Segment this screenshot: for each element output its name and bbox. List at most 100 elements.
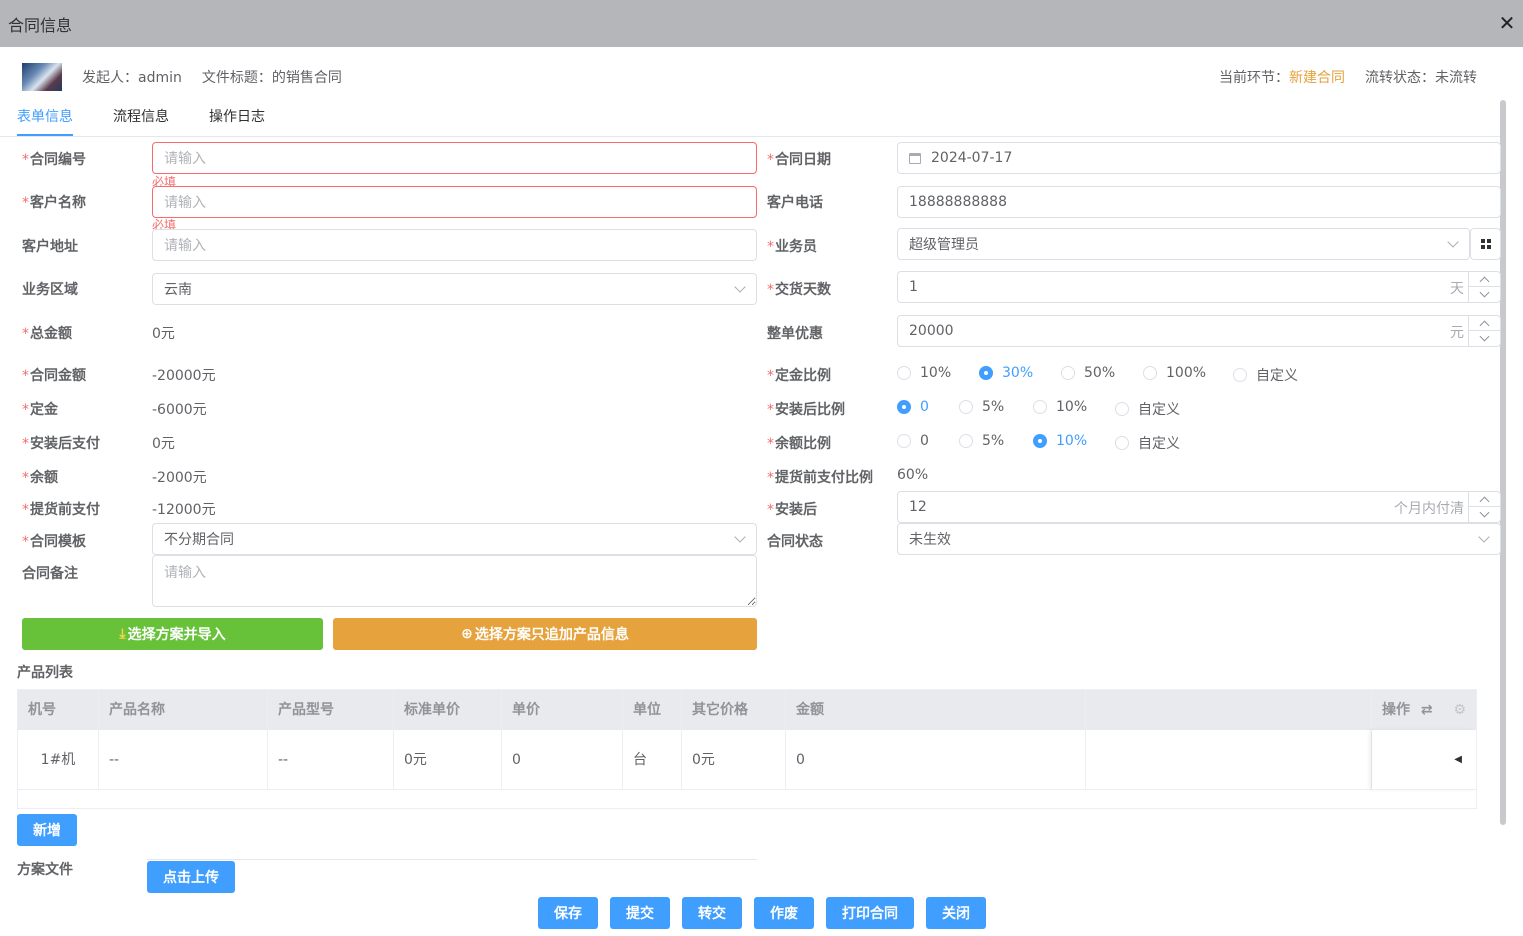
delivery-days-input[interactable]: 1 天 — [897, 271, 1501, 303]
remark-label: 合同备注 — [22, 566, 78, 582]
chevron-down-icon[interactable] — [1469, 507, 1500, 522]
swap-icon[interactable]: ⇄ — [1421, 702, 1433, 718]
import-scheme-button[interactable]: ⤓ 选择方案并导入 — [22, 618, 323, 650]
deposit-value: -6000元 — [152, 402, 207, 418]
divider — [147, 859, 757, 860]
pre-delivery-ratio-value: 60% — [897, 467, 929, 483]
deposit-ratio-option[interactable]: 100% — [1143, 365, 1206, 381]
balance-value: -2000元 — [152, 470, 207, 486]
deposit-ratio-option[interactable]: 10% — [897, 365, 951, 381]
delivery-days-unit: 天 — [1450, 281, 1464, 297]
print-contract-button[interactable]: 打印合同 — [826, 897, 914, 929]
salesman-select[interactable]: 超级管理员 — [897, 228, 1470, 260]
balance-ratio-option[interactable]: 自定义 — [1115, 433, 1180, 453]
customer-addr-label: 客户地址 — [22, 239, 78, 255]
col-actions: 操作 ⇄ ⚙ — [1372, 690, 1476, 730]
submit-button[interactable]: 提交 — [610, 897, 670, 929]
chevron-up-icon[interactable] — [1469, 316, 1500, 331]
discount-stepper[interactable] — [1468, 316, 1500, 346]
product-table: 机号 产品名称 产品型号 标准单价 单价 单位 其它价格 金额 操作 ⇄ ⚙ 1… — [17, 689, 1477, 809]
tab-form-info[interactable]: 表单信息 — [17, 100, 73, 136]
product-list-title: 产品列表 — [17, 665, 73, 681]
chevron-down-icon — [734, 281, 746, 293]
upload-button[interactable]: 点击上传 — [147, 861, 235, 893]
grid-icon[interactable] — [1470, 228, 1501, 260]
transfer-button[interactable]: 转交 — [682, 897, 742, 929]
before-delivery-pay-value: -12000元 — [152, 502, 216, 518]
plus-circle-icon: ⊕ — [461, 626, 473, 642]
void-button[interactable]: 作废 — [754, 897, 814, 929]
close-icon[interactable]: ✕ — [1497, 12, 1517, 34]
avatar — [22, 63, 62, 91]
col-product-name: 产品名称 — [99, 690, 268, 730]
after-install-stepper[interactable] — [1468, 492, 1500, 522]
contract-date-picker[interactable]: 2024-07-17 — [897, 142, 1501, 174]
after-install-pay-label: *安装后支付 — [22, 436, 100, 452]
before-delivery-pay-label: *提货前支付 — [22, 502, 100, 518]
after-install-input[interactable]: 12 个月内付清 — [897, 491, 1501, 523]
remark-textarea[interactable] — [152, 555, 757, 607]
deposit-ratio-option[interactable]: 自定义 — [1233, 365, 1298, 385]
install-ratio-option[interactable]: 10% — [1033, 399, 1087, 415]
col-std-price: 标准单价 — [394, 690, 502, 730]
append-products-button[interactable]: ⊕ 选择方案只追加产品信息 — [333, 618, 757, 650]
calendar-icon — [909, 152, 921, 164]
tab-operation-log[interactable]: 操作日志 — [209, 100, 265, 136]
col-price: 单价 — [502, 690, 623, 730]
install-ratio-option[interactable]: 0 — [897, 399, 929, 415]
balance-ratio-option[interactable]: 0 — [897, 433, 929, 449]
current-step-value: 新建合同 — [1289, 70, 1345, 86]
install-ratio-option[interactable]: 5% — [959, 399, 1004, 415]
col-amount: 金额 — [786, 690, 1086, 730]
customer-name-label: *客户名称 — [22, 195, 86, 211]
deposit-ratio-option[interactable]: 30% — [979, 365, 1033, 381]
table-header: 机号 产品名称 产品型号 标准单价 单价 单位 其它价格 金额 操作 ⇄ ⚙ — [18, 690, 1476, 730]
contract-no-input[interactable]: 请输入 — [152, 142, 757, 174]
dialog-titlebar: 合同信息 ✕ — [0, 0, 1523, 47]
discount-input[interactable]: 20000 元 — [897, 315, 1501, 347]
pre-delivery-ratio-label: *提货前支付比例 — [767, 470, 873, 486]
cell-extra — [1086, 730, 1372, 790]
after-install-pay-value: 0元 — [152, 436, 175, 452]
balance-ratio-option[interactable]: 10% — [1033, 433, 1087, 449]
contract-date-label: *合同日期 — [767, 152, 831, 168]
chevron-down-icon[interactable] — [1469, 287, 1500, 302]
deposit-ratio-option[interactable]: 50% — [1061, 365, 1115, 381]
cell-other-price: 0元 — [682, 730, 786, 790]
deposit-ratio-label: *定金比例 — [767, 368, 831, 384]
tab-bar: 表单信息 流程信息 操作日志 — [0, 100, 1500, 137]
customer-addr-input[interactable]: 请输入 — [152, 229, 757, 261]
gear-icon[interactable]: ⚙ — [1453, 690, 1466, 730]
region-select[interactable]: 云南 — [152, 273, 757, 305]
col-other-price: 其它价格 — [682, 690, 786, 730]
install-ratio-option[interactable]: 自定义 — [1115, 399, 1180, 419]
tab-process-info[interactable]: 流程信息 — [113, 100, 169, 136]
customer-phone-input[interactable]: 18888888888 — [897, 186, 1501, 218]
current-step: 当前环节：新建合同 — [1219, 70, 1345, 86]
contract-status-select[interactable]: 未生效 — [897, 523, 1501, 555]
cell-price: 0 — [502, 730, 623, 790]
total-amount-label: *总金额 — [22, 326, 72, 342]
cell-actions: ◀ — [1372, 730, 1476, 790]
add-row-button[interactable]: 新增 — [17, 814, 77, 846]
deposit-label: *定金 — [22, 402, 58, 418]
close-button[interactable]: 关闭 — [926, 897, 986, 929]
balance-label: *余额 — [22, 470, 58, 486]
scheme-file-label: 方案文件 — [17, 862, 73, 878]
template-select[interactable]: 不分期合同 — [152, 523, 757, 555]
cell-product-model: -- — [268, 730, 394, 790]
chevron-up-icon[interactable] — [1469, 492, 1500, 507]
contract-no-label: *合同编号 — [22, 152, 86, 168]
caret-left-icon[interactable]: ◀ — [1454, 730, 1462, 790]
delivery-days-stepper[interactable] — [1468, 272, 1500, 302]
save-button[interactable]: 保存 — [538, 897, 598, 929]
balance-ratio-option[interactable]: 5% — [959, 433, 1004, 449]
customer-name-input[interactable]: 请输入 — [152, 186, 757, 218]
col-unit: 单位 — [623, 690, 682, 730]
chevron-down-icon[interactable] — [1469, 331, 1500, 346]
contract-header: 发起人：admin 文件标题：的销售合同 当前环节：新建合同 流转状态：未流转 — [22, 62, 1477, 92]
after-install-unit: 个月内付清 — [1394, 501, 1464, 517]
chevron-up-icon[interactable] — [1469, 272, 1500, 287]
download-icon: ⤓ — [119, 626, 126, 642]
contract-amount-value: -20000元 — [152, 368, 216, 384]
